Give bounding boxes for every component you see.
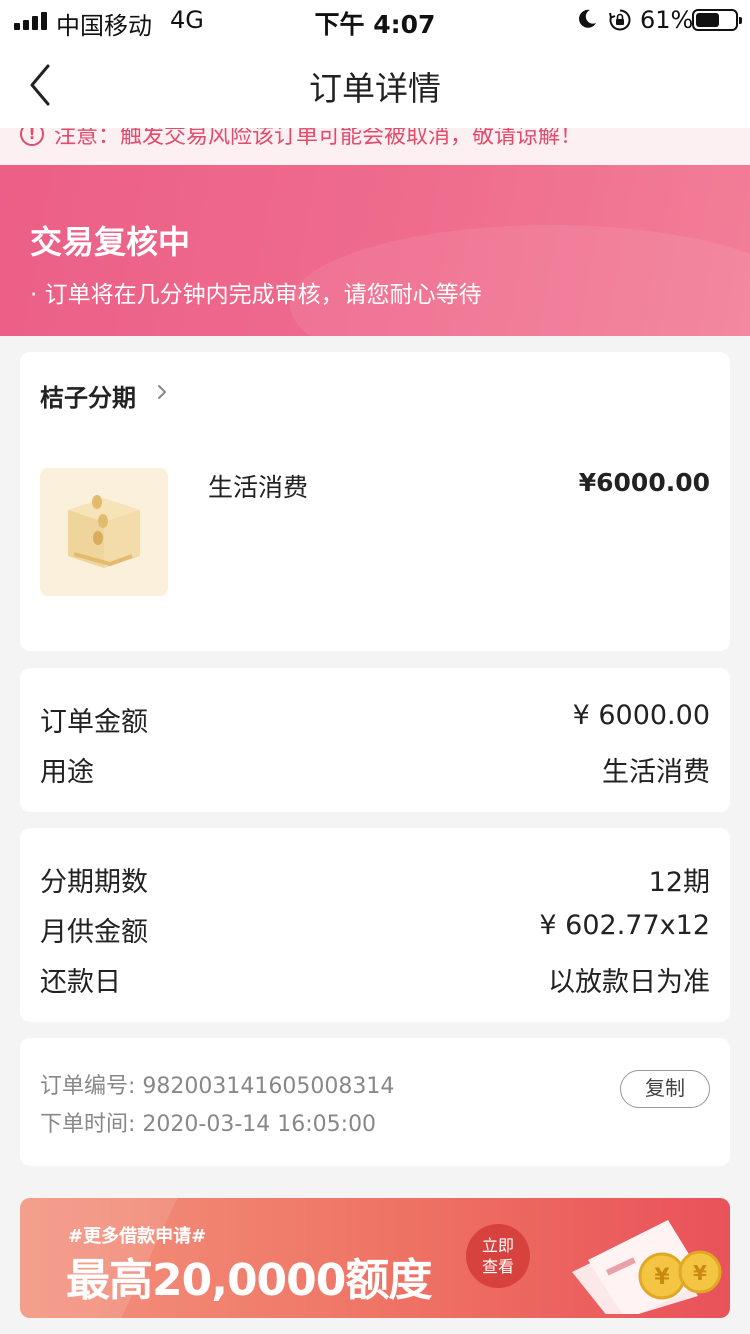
purpose-row: 用途 生活消费: [40, 750, 710, 790]
notice-text: 注意：触发交易风险该订单可能会被取消，敬请谅解！: [54, 128, 583, 149]
row-value: 以放款日为准: [548, 967, 710, 998]
view-now-button[interactable]: 立即查看: [466, 1224, 530, 1288]
battery-icon: [692, 9, 742, 31]
row-value: 生活消费: [602, 757, 710, 788]
installment-count-row: 分期期数 12期: [40, 860, 710, 900]
amount-card: 订单金额 ¥ 6000.00 用途 生活消费: [20, 668, 730, 812]
repayment-day-row: 还款日 以放款日为准: [40, 960, 710, 1000]
row-label: 月供金额: [40, 917, 148, 948]
status-title: 交易复核中: [30, 223, 191, 261]
row-label: 订单金额: [40, 707, 148, 738]
product-name: 生活消费: [208, 473, 309, 502]
row-label: 分期期数: [40, 867, 148, 898]
status-bar: 中国移动 4G 下午 4:07 61%: [0, 0, 750, 42]
rotation-lock-icon: [609, 9, 631, 31]
do-not-disturb-icon: [579, 9, 596, 28]
svg-text:¥: ¥: [654, 1265, 670, 1290]
page-title: 订单详情: [309, 69, 441, 108]
row-label: 还款日: [40, 967, 121, 998]
installment-plan-card: 分期期数 12期 月供金额 ¥ 602.77x12 还款日 以放款日为准: [20, 828, 730, 1022]
row-label: 用途: [40, 757, 94, 788]
promo-headline: 最高20,0000额度: [66, 1255, 432, 1306]
status-description: · 订单将在几分钟内完成审核，请您耐心等待: [30, 282, 482, 308]
coin-box-icon: [68, 495, 140, 568]
row-value: 12期: [648, 867, 710, 898]
row-value: ¥ 602.77x12: [539, 910, 710, 941]
warning-icon: [20, 128, 44, 146]
order-status-banner: 交易复核中 · 订单将在几分钟内完成审核，请您耐心等待: [0, 165, 750, 336]
svg-text:¥: ¥: [693, 1261, 707, 1285]
product-price: ¥6000.00: [578, 468, 710, 497]
clock: 下午 4:07: [314, 10, 436, 39]
monthly-payment-row: 月供金额 ¥ 602.77x12: [40, 910, 710, 950]
money-coins-icon: ¥ ¥: [572, 1220, 722, 1314]
product-image: [40, 468, 168, 596]
order-info-card: 订单编号: 982003141605008314 下单时间: 2020-03-1…: [20, 1038, 730, 1166]
copy-button[interactable]: 复制: [620, 1070, 710, 1108]
promo-banner[interactable]: #更多借款申请# 最高20,0000额度 立即查看 ¥ ¥: [20, 1198, 730, 1318]
nav-bar: 订单详情: [0, 42, 750, 128]
merchant-name: 桔子分期: [40, 384, 136, 412]
battery-percent: 61%: [640, 6, 694, 34]
chevron-right-icon: [158, 385, 166, 399]
order-number: 订单编号: 982003141605008314: [40, 1074, 395, 1099]
merchant-card: 桔子分期 生活消费 ¥6000.00: [20, 352, 730, 651]
risk-notice: 注意：触发交易风险该订单可能会被取消，敬请谅解！: [0, 128, 750, 165]
order-time: 下单时间: 2020-03-14 16:05:00: [40, 1112, 377, 1137]
order-amount-row: 订单金额 ¥ 6000.00: [40, 700, 710, 740]
row-value: ¥ 6000.00: [572, 700, 710, 731]
cta-label: 立即查看: [481, 1236, 514, 1276]
